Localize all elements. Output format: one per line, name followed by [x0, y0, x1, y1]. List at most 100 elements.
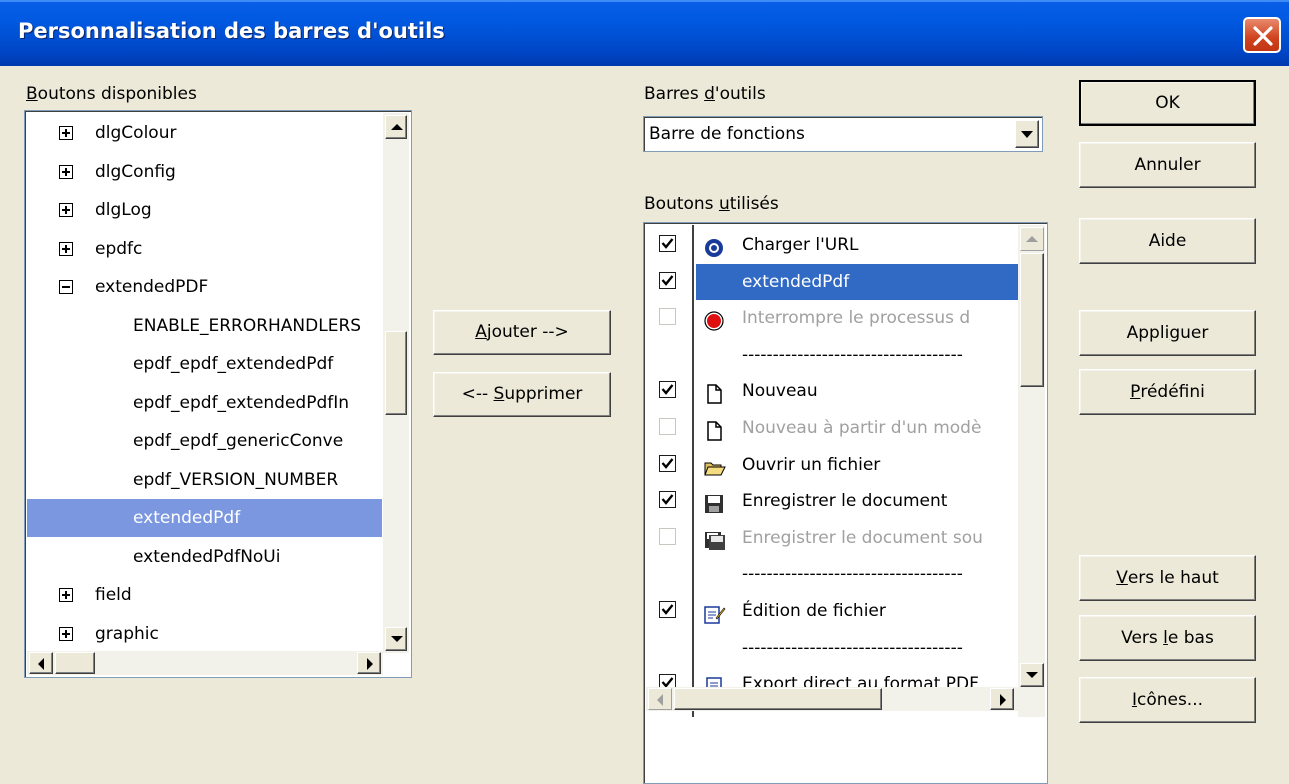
used-item[interactable]: Nouveau	[646, 373, 1018, 409]
used-scroll-up-button[interactable]	[1020, 227, 1044, 251]
edit-file-icon	[704, 601, 726, 624]
used-item-cell: Charger l'URL	[696, 227, 1018, 263]
expand-icon[interactable]	[59, 241, 73, 256]
help-button[interactable]: Aide	[1079, 218, 1256, 264]
window-title: Personnalisation des barres d'outils	[18, 19, 445, 43]
apply-button[interactable]: Appliguer	[1079, 310, 1256, 356]
used-horizontal-scrollbar[interactable]	[646, 687, 1018, 711]
dialog-body: Boutons disponibles dlgColour dlgConfig dl…	[0, 66, 1289, 784]
used-item-label: Nouveau à partir d'un modè	[742, 418, 982, 438]
tree-item-label: dlgLog	[95, 200, 152, 220]
new-document-icon	[704, 381, 724, 405]
enable-checkbox[interactable]	[659, 491, 676, 509]
separator-row[interactable]: ------------------------------------	[646, 630, 1018, 666]
separator-row[interactable]: ------------------------------------	[646, 337, 1018, 373]
tree-item-label: extendedPDF	[95, 277, 209, 297]
used-vertical-scrollbar[interactable]	[1018, 225, 1045, 717]
enable-checkbox[interactable]	[659, 308, 676, 326]
enable-checkbox[interactable]	[659, 381, 676, 399]
used-scroll-right-button[interactable]	[990, 688, 1014, 710]
arrow-up-icon	[391, 124, 403, 130]
checkmark-icon	[661, 457, 674, 469]
tree-item-label: dlgConfig	[95, 161, 176, 182]
available-buttons-tree[interactable]: dlgColour dlgConfig dlgLog epdfc extendedPDF…	[24, 110, 412, 678]
arrow-right-icon	[1000, 694, 1006, 706]
arrow-left-icon	[38, 658, 44, 670]
used-item-cell: Nouveau	[696, 373, 1018, 409]
enable-checkbox[interactable]	[659, 271, 676, 289]
toolbars-label: Barres d'outils	[644, 84, 766, 104]
expand-icon[interactable]	[59, 588, 73, 602]
expand-icon[interactable]	[59, 164, 73, 179]
used-item-cell: Ouvrir un fichier	[696, 447, 1018, 483]
add-button[interactable]: Ajouter -->	[433, 310, 611, 355]
globe-icon	[704, 235, 724, 257]
tree-viewport: dlgColour dlgConfig dlgLog epdfc extendedPDF…	[27, 113, 382, 651]
toolbar-select[interactable]: Barre de fonctions	[643, 116, 1043, 152]
scroll-up-button[interactable]	[385, 115, 407, 139]
ok-button[interactable]: OK	[1079, 80, 1256, 126]
move-up-button[interactable]: Vers le haut	[1079, 555, 1256, 601]
used-item-label: Enregistrer le document	[742, 491, 948, 512]
new-document-icon	[704, 418, 724, 441]
save-icon	[704, 491, 724, 514]
tree-item-label: extendedPdfNoUi	[133, 546, 281, 567]
toolbar-select-value: Barre de fonctions	[649, 124, 805, 144]
available-buttons-label: Boutons disponibles	[26, 84, 197, 104]
used-item[interactable]: Charger l'URL	[646, 227, 1018, 263]
used-item-cell: ------------------------------------	[696, 556, 1018, 592]
save-as-icon	[704, 528, 725, 550]
enable-checkbox[interactable]	[659, 418, 676, 435]
enable-checkbox[interactable]	[659, 454, 676, 472]
expand-icon[interactable]	[59, 626, 73, 641]
used-item[interactable]: Nouveau à partir d'un modè	[646, 410, 1018, 446]
tree-item-label: epdf_epdf_extendedPdf	[133, 354, 334, 374]
used-item-cell: Édition de fichier	[696, 593, 1018, 629]
separator-row[interactable]: ------------------------------------	[646, 556, 1018, 592]
used-item[interactable]: Enregistrer le document sou	[646, 520, 1018, 556]
tree-horizontal-scrollbar[interactable]	[27, 651, 383, 675]
enable-checkbox[interactable]	[659, 235, 676, 252]
used-buttons-label: Boutons utilisés	[644, 194, 779, 214]
preset-button[interactable]: Prédéfini	[1079, 369, 1256, 415]
expand-icon[interactable]	[59, 203, 73, 217]
enable-checkbox[interactable]	[659, 601, 676, 618]
checkmark-icon	[661, 494, 674, 506]
used-scroll-thumb[interactable]	[1020, 253, 1044, 387]
used-item-cell: Interrompre le processus d	[696, 300, 1018, 336]
used-item[interactable]: Interrompre le processus d	[646, 300, 1018, 336]
tree-item-label: ENABLE_ERRORHANDLERS	[133, 315, 362, 336]
used-item[interactable]: extendedPdf	[646, 263, 1018, 300]
title-bar[interactable]: Personnalisation des barres d'outils	[0, 0, 1289, 66]
scroll-right-button[interactable]	[357, 652, 381, 674]
close-button[interactable]	[1243, 17, 1281, 53]
arrow-right-icon	[367, 658, 373, 670]
used-item-cell: Enregistrer le document	[696, 483, 1018, 519]
used-item[interactable]: Enregistrer le document	[646, 483, 1018, 519]
tree-item[interactable]: extendedPdf	[27, 499, 382, 537]
arrow-left-icon	[657, 694, 663, 706]
collapse-icon[interactable]	[59, 280, 73, 294]
used-scroll-left-button[interactable]	[648, 688, 672, 710]
cancel-button[interactable]: Annuler	[1079, 142, 1256, 188]
expand-icon[interactable]	[59, 126, 73, 140]
toolbar-select-dropdown-button[interactable]	[1015, 120, 1039, 148]
scroll-down-button[interactable]	[385, 627, 407, 651]
enable-checkbox[interactable]	[659, 527, 676, 545]
remove-button[interactable]: <-- Supprimer	[433, 372, 611, 417]
used-item[interactable]: Ouvrir un fichier	[646, 447, 1018, 483]
h-scroll-thumb[interactable]	[55, 652, 95, 674]
used-item-label: Édition de fichier	[742, 601, 886, 621]
used-buttons-list[interactable]: Charger l'URL extendedPdf Interrompre le p…	[643, 222, 1048, 784]
checkmark-icon	[661, 238, 674, 249]
open-folder-icon	[704, 455, 726, 476]
scroll-thumb[interactable]	[385, 331, 407, 415]
used-scroll-down-button[interactable]	[1020, 663, 1044, 687]
icons-button[interactable]: Icônes...	[1079, 677, 1256, 723]
move-down-button[interactable]: Vers le bas	[1079, 615, 1256, 661]
used-h-scroll-thumb[interactable]	[674, 688, 882, 710]
used-item[interactable]: Édition de fichier	[646, 593, 1018, 629]
scroll-left-button[interactable]	[29, 652, 53, 674]
tree-item-label: epdf_epdf_genericConve	[133, 431, 344, 451]
tree-vertical-scrollbar[interactable]	[383, 113, 409, 653]
